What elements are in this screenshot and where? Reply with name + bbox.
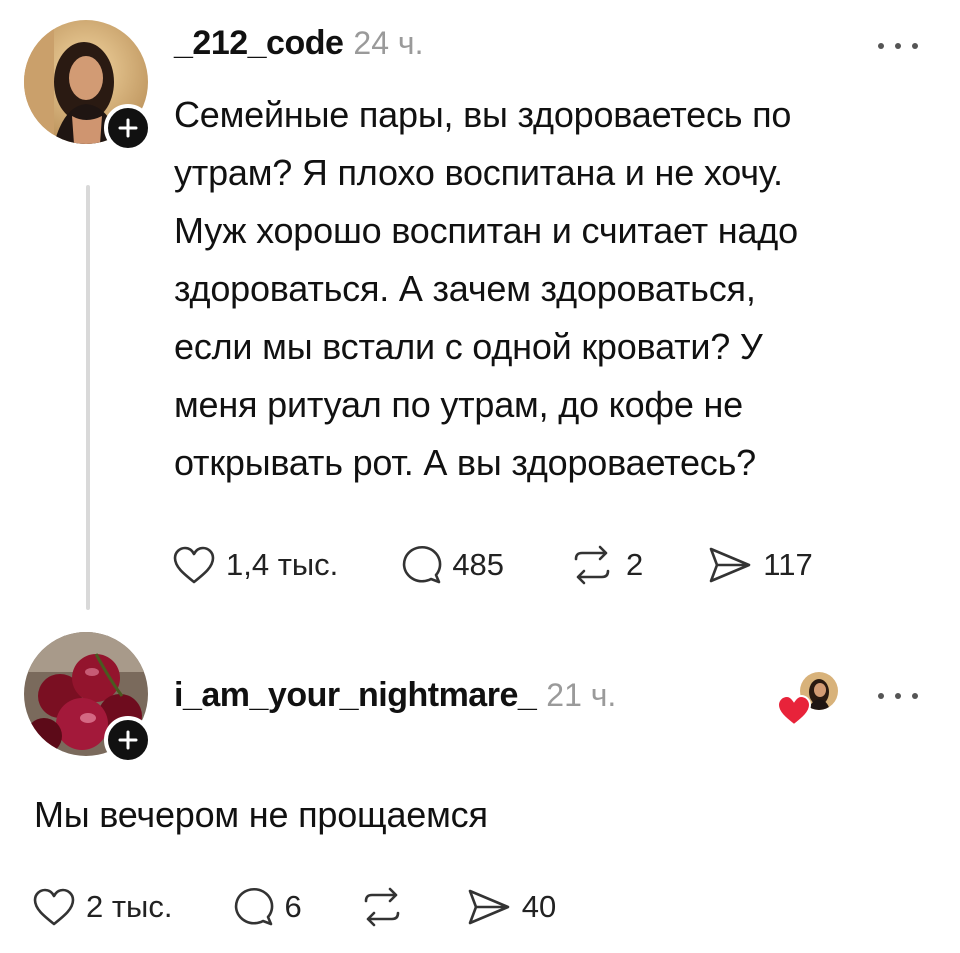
like-button[interactable]: 1,4 тыс. (172, 545, 338, 585)
share-button[interactable]: 117 (707, 545, 813, 585)
reply-header: i_am_your_nightmare_ 21 ч. (174, 676, 616, 715)
comment-icon (235, 887, 274, 926)
reply-button[interactable]: 485 (400, 544, 504, 586)
repost-button[interactable]: 2 (568, 545, 643, 585)
reply-body: Мы вечером не прощаемся (34, 794, 488, 835)
send-icon (468, 889, 510, 925)
author-liked-heart-icon (776, 694, 812, 727)
reply-share-count: 40 (521, 889, 557, 924)
post-body: Семейные пары, вы здороваетесь по утрам?… (174, 94, 798, 483)
reply-more-button[interactable] (878, 686, 918, 706)
send-icon (709, 547, 751, 583)
comment-icon (403, 545, 442, 584)
more-dot-icon (878, 43, 884, 49)
reply-repost-button[interactable] (358, 887, 416, 927)
repost-icon (364, 887, 400, 927)
post-actions: 1,4 тыс. 485 2 117 (172, 544, 813, 586)
reply-reply-count: 6 (284, 889, 302, 924)
more-dot-icon (878, 693, 884, 699)
more-dot-icon (912, 43, 918, 49)
reply-like-button[interactable]: 2 тыс. (32, 887, 172, 927)
post-header: _212_code 24 ч. (174, 24, 423, 63)
like-count: 1,4 тыс. (226, 547, 339, 582)
reply-share-button[interactable]: 40 (466, 887, 556, 927)
reply-count: 485 (452, 547, 505, 582)
plus-icon (118, 118, 138, 138)
more-dot-icon (895, 43, 901, 49)
heart-icon (33, 888, 75, 926)
thread-line (86, 185, 90, 610)
reply-like-count: 2 тыс. (86, 889, 173, 924)
reply-reply-button[interactable]: 6 (232, 886, 302, 928)
follow-button[interactable] (104, 104, 152, 152)
repost-count: 2 (626, 547, 644, 582)
reply-follow-button[interactable] (104, 716, 152, 764)
reply-timestamp: 21 ч. (546, 677, 617, 713)
reply-actions: 2 тыс. 6 40 (32, 886, 556, 928)
post-more-button[interactable] (878, 36, 918, 56)
repost-icon (574, 545, 610, 585)
share-count: 117 (763, 547, 813, 582)
post-username[interactable]: _212_code (174, 24, 344, 63)
more-dot-icon (895, 693, 901, 699)
plus-icon (118, 730, 138, 750)
post-timestamp: 24 ч. (353, 25, 424, 61)
heart-icon (173, 546, 215, 584)
reply-username[interactable]: i_am_your_nightmare_ (174, 676, 537, 715)
more-dot-icon (912, 693, 918, 699)
